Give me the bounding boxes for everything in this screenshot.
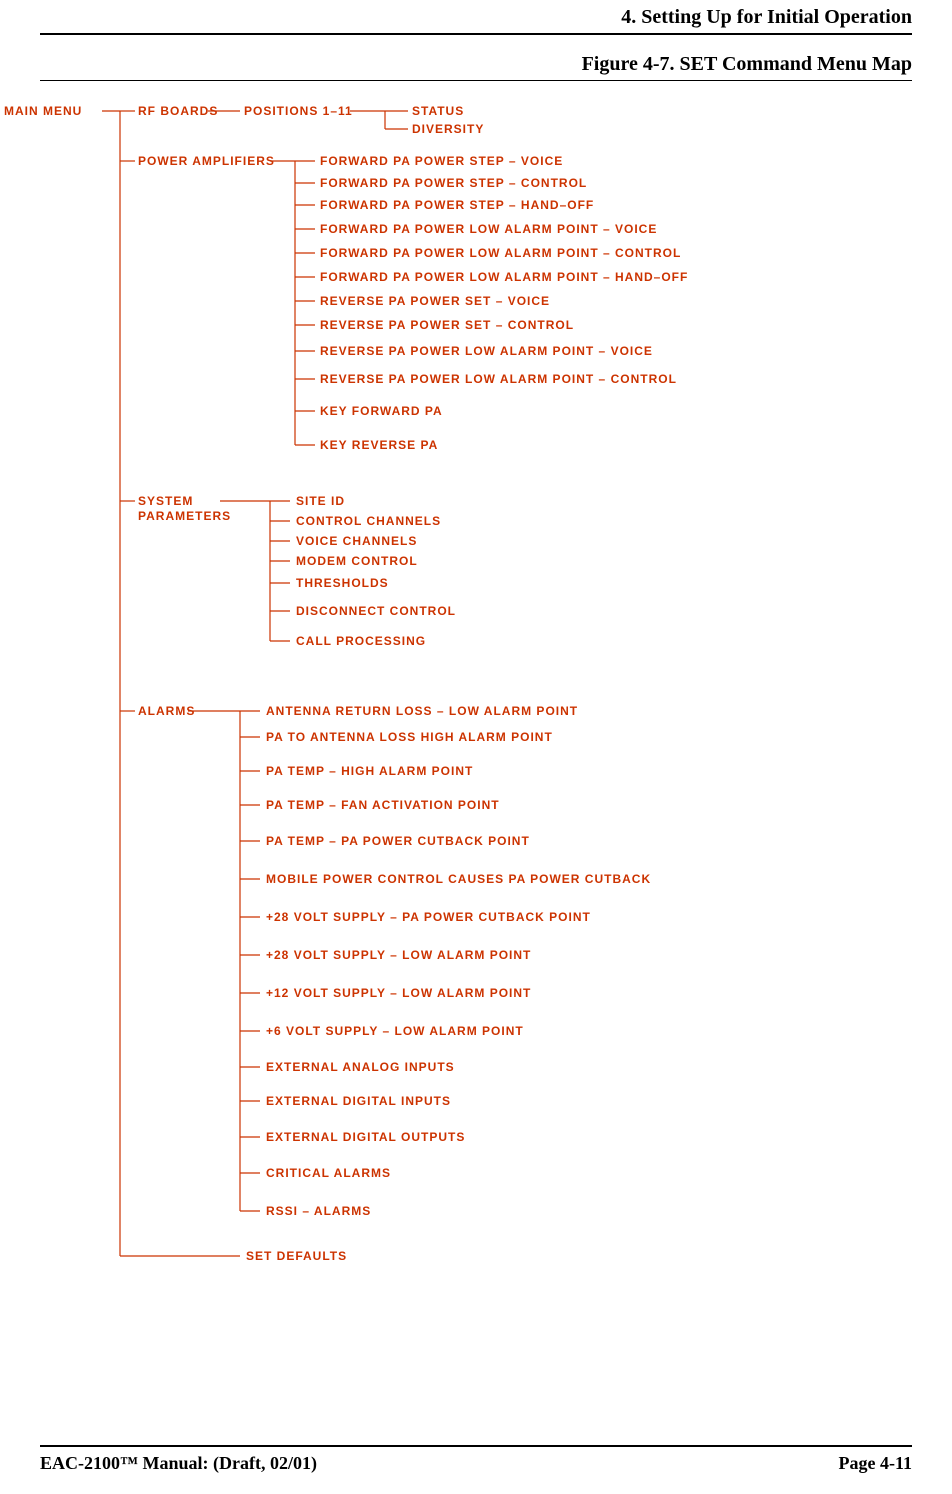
- al-5: MOBILE POWER CONTROL CAUSES PA POWER CUT…: [266, 872, 651, 886]
- pa-1: FORWARD PA POWER STEP – CONTROL: [320, 176, 587, 190]
- al-8: +12 VOLT SUPPLY – LOW ALARM POINT: [266, 986, 531, 1000]
- pa-9: REVERSE PA POWER LOW ALARM POINT – CONTR…: [320, 372, 677, 386]
- root-label: MAIN MENU: [4, 104, 82, 118]
- sys-4: THRESHOLDS: [296, 576, 389, 590]
- al-14: RSSI – ALARMS: [266, 1204, 371, 1218]
- page-header: 4. Setting Up for Initial Operation: [40, 0, 912, 35]
- alarms-label: ALARMS: [138, 704, 195, 718]
- al-6: +28 VOLT SUPPLY – PA POWER CUTBACK POINT: [266, 910, 591, 924]
- sys-6: CALL PROCESSING: [296, 634, 426, 648]
- al-13: CRITICAL ALARMS: [266, 1166, 391, 1180]
- footer-right: Page 4-11: [839, 1453, 913, 1474]
- sys-3: MODEM CONTROL: [296, 554, 418, 568]
- pa-label: POWER AMPLIFIERS: [138, 154, 275, 168]
- pa-10: KEY FORWARD PA: [320, 404, 443, 418]
- al-1: PA TO ANTENNA LOSS HIGH ALARM POINT: [266, 730, 553, 744]
- pa-3: FORWARD PA POWER LOW ALARM POINT – VOICE: [320, 222, 657, 236]
- rf-boards-label: RF BOARDS: [138, 104, 218, 118]
- rf-child-0: STATUS: [412, 104, 464, 118]
- sys-1: CONTROL CHANNELS: [296, 514, 441, 528]
- pa-7: REVERSE PA POWER SET – CONTROL: [320, 318, 574, 332]
- pa-4: FORWARD PA POWER LOW ALARM POINT – CONTR…: [320, 246, 681, 260]
- al-10: EXTERNAL ANALOG INPUTS: [266, 1060, 455, 1074]
- set-defaults-label: SET DEFAULTS: [246, 1249, 347, 1263]
- pa-11: KEY REVERSE PA: [320, 438, 438, 452]
- positions-label: POSITIONS 1–11: [244, 104, 353, 118]
- al-0: ANTENNA RETURN LOSS – LOW ALARM POINT: [266, 704, 578, 718]
- page-footer: EAC-2100™ Manual: (Draft, 02/01) Page 4-…: [40, 1445, 912, 1474]
- pa-8: REVERSE PA POWER LOW ALARM POINT – VOICE: [320, 344, 653, 358]
- pa-5: FORWARD PA POWER LOW ALARM POINT – HAND–…: [320, 270, 688, 284]
- rf-child-1: DIVERSITY: [412, 122, 484, 136]
- al-7: +28 VOLT SUPPLY – LOW ALARM POINT: [266, 948, 531, 962]
- footer-left: EAC-2100™ Manual: (Draft, 02/01): [40, 1453, 317, 1474]
- sys-2: VOICE CHANNELS: [296, 534, 417, 548]
- al-11: EXTERNAL DIGITAL INPUTS: [266, 1094, 451, 1108]
- al-3: PA TEMP – FAN ACTIVATION POINT: [266, 798, 500, 812]
- sys-label-2: PARAMETERS: [138, 509, 231, 523]
- figure-title: Figure 4-7. SET Command Menu Map: [40, 35, 912, 81]
- pa-0: FORWARD PA POWER STEP – VOICE: [320, 154, 563, 168]
- al-4: PA TEMP – PA POWER CUTBACK POINT: [266, 834, 530, 848]
- sys-5: DISCONNECT CONTROL: [296, 604, 456, 618]
- menu-map-diagram: MAIN MENU RF BOARDS POSITIONS 1–11 STATU…: [40, 101, 912, 1281]
- sys-label-1: SYSTEM: [138, 494, 193, 508]
- al-9: +6 VOLT SUPPLY – LOW ALARM POINT: [266, 1024, 524, 1038]
- al-2: PA TEMP – HIGH ALARM POINT: [266, 764, 473, 778]
- pa-6: REVERSE PA POWER SET – VOICE: [320, 294, 550, 308]
- pa-2: FORWARD PA POWER STEP – HAND–OFF: [320, 198, 594, 212]
- al-12: EXTERNAL DIGITAL OUTPUTS: [266, 1130, 465, 1144]
- sys-0: SITE ID: [296, 494, 345, 508]
